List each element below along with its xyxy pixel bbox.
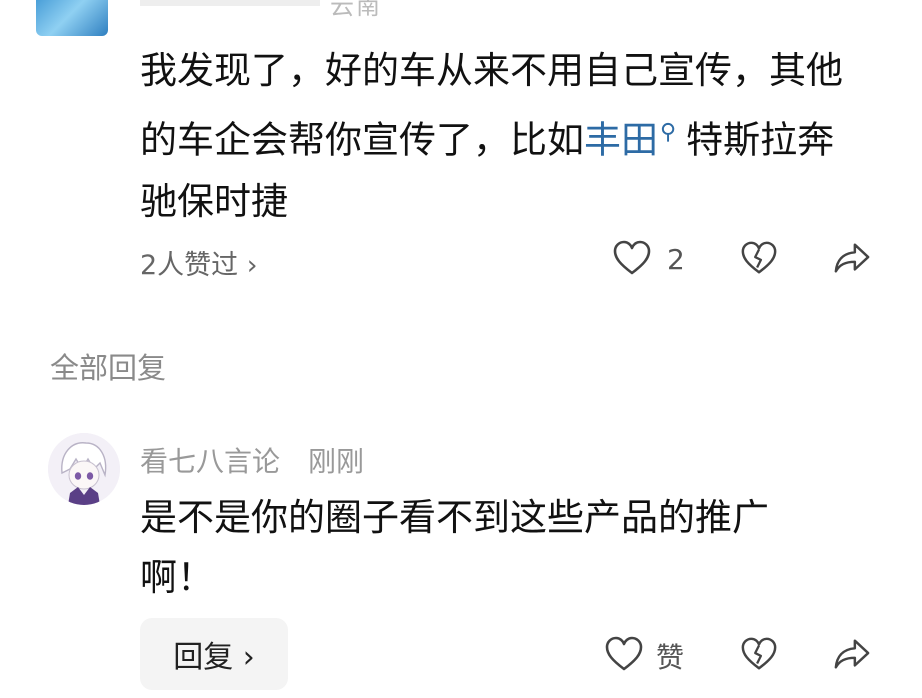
likes-summary-link[interactable]: 2人赞过 › bbox=[140, 243, 258, 282]
top-comment-location: 云南 bbox=[330, 0, 382, 20]
top-comment-text: 我发现了，好的车从来不用自己宣传，其他的车企会帮你宣传了，比如丰田⚲ 特斯拉奔驰保… bbox=[140, 40, 870, 233]
reply-share-button[interactable] bbox=[833, 636, 871, 672]
share-icon bbox=[834, 243, 870, 273]
share-icon bbox=[834, 639, 870, 669]
reply-button[interactable]: 回复 › bbox=[140, 618, 288, 690]
reply-text: 是不是你的圈子看不到这些产品的推广啊！ bbox=[140, 496, 769, 599]
top-comment-avatar[interactable] bbox=[36, 0, 108, 36]
like-button[interactable] bbox=[612, 240, 652, 276]
all-replies-heading: 全部回复 bbox=[50, 351, 167, 385]
search-icon: ⚲ bbox=[660, 120, 677, 145]
broken-heart-icon bbox=[741, 637, 777, 670]
heart-icon bbox=[613, 240, 651, 275]
like-count: 2 bbox=[667, 243, 685, 276]
reply-like-label[interactable]: 赞 bbox=[656, 636, 684, 676]
reply-dislike-button[interactable] bbox=[740, 636, 778, 672]
heart-icon bbox=[605, 636, 643, 671]
toyota-link[interactable]: 丰田 bbox=[584, 118, 658, 161]
top-comment-username-blurred bbox=[140, 0, 320, 6]
dislike-button[interactable] bbox=[740, 240, 778, 276]
reply-like-button[interactable] bbox=[604, 636, 644, 672]
reply-timestamp: 刚刚 bbox=[308, 445, 365, 478]
reply-username[interactable]: 看七八言论 bbox=[140, 440, 280, 480]
reply-avatar[interactable] bbox=[48, 433, 120, 505]
share-button[interactable] bbox=[833, 240, 871, 276]
anime-avatar-illustration bbox=[48, 433, 120, 505]
broken-heart-icon bbox=[741, 241, 777, 274]
